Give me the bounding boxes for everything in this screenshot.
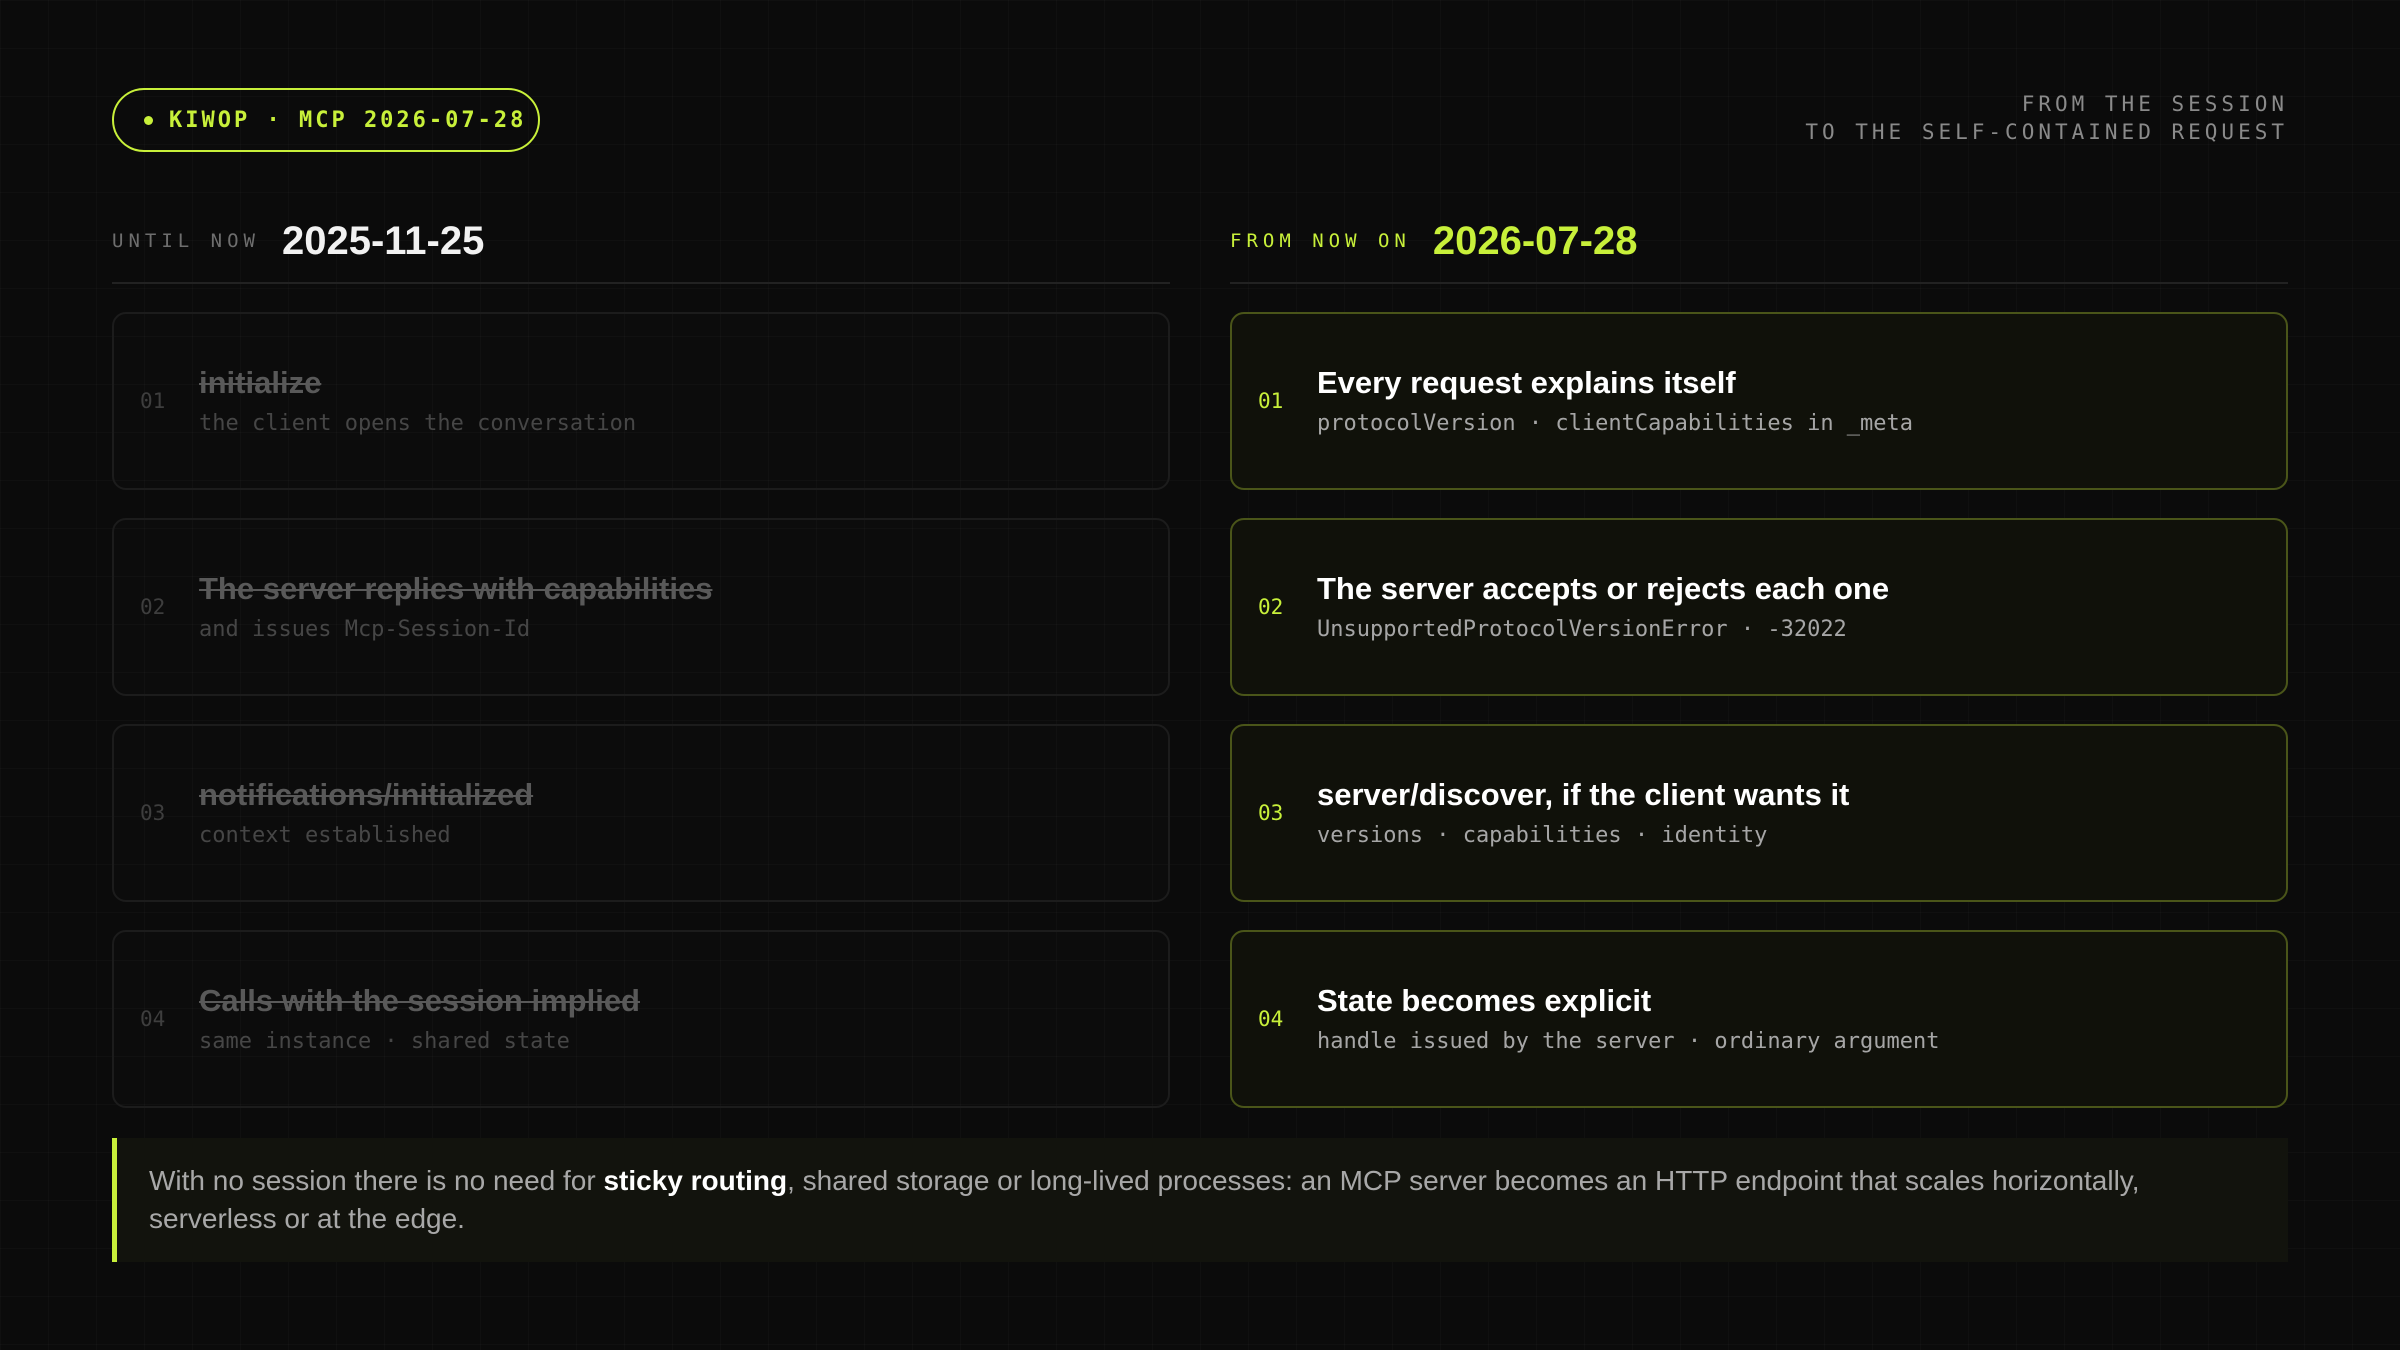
new-step-card: 01 Every request explains itself protoco… [1230, 312, 2288, 490]
step-title: State becomes explicit [1317, 983, 1652, 1018]
new-step-card: 02 The server accepts or rejects each on… [1230, 518, 2288, 696]
step-detail: context established [199, 823, 451, 848]
step-title: notifications/initialized [199, 777, 534, 812]
step-title: Calls with the session implied [199, 983, 640, 1018]
from-now-on-kicker: FROM NOW ON [1230, 230, 1411, 252]
step-title: server/discover, if the client wants it [1317, 777, 1850, 812]
summary-callout: With no session there is no need for sti… [112, 1138, 2288, 1262]
old-step-card: 02 The server replies with capabilities … [112, 518, 1170, 696]
until-now-kicker: UNTIL NOW [112, 230, 260, 252]
subtitle-line-2: TO THE SELF-CONTAINED REQUEST [1805, 120, 2288, 144]
step-number: 03 [1258, 801, 1284, 825]
step-detail: handle issued by the server · ordinary a… [1317, 1029, 1940, 1054]
step-number: 01 [1258, 389, 1284, 413]
step-detail: same instance · shared state [199, 1029, 570, 1054]
new-step-card: 03 server/discover, if the client wants … [1230, 724, 2288, 902]
old-step-card: 04 Calls with the session implied same i… [112, 930, 1170, 1108]
step-number: 03 [140, 801, 166, 825]
subtitle-line-1: FROM THE SESSION [2021, 92, 2288, 116]
step-detail: versions · capabilities · identity [1317, 823, 1768, 848]
version-tag-label: KIWOP · MCP 2026-07-28 [169, 107, 527, 133]
step-title: The server accepts or rejects each one [1317, 571, 1890, 606]
step-detail: protocolVersion · clientCapabilities in … [1317, 411, 1914, 436]
step-number: 01 [140, 389, 166, 413]
step-number: 04 [1258, 1007, 1284, 1031]
version-tag: KIWOP · MCP 2026-07-28 [112, 88, 540, 152]
until-now-column: UNTIL NOW 2025-11-25 01 initialize the c… [112, 200, 1170, 1108]
from-now-on-header: FROM NOW ON 2026-07-28 [1230, 200, 2288, 284]
step-number: 02 [1258, 595, 1284, 619]
until-now-date: 2025-11-25 [281, 218, 485, 263]
callout-emphasis: sticky routing [603, 1165, 788, 1196]
step-number: 04 [140, 1007, 166, 1031]
step-detail: UnsupportedProtocolVersionError · -32022 [1317, 617, 1847, 642]
old-step-card: 01 initialize the client opens the conve… [112, 312, 1170, 490]
status-dot-icon [144, 115, 153, 125]
step-title: Every request explains itself [1317, 365, 1736, 400]
old-step-card: 03 notifications/initialized context est… [112, 724, 1170, 902]
slide-subtitle: FROM THE SESSION TO THE SELF-CONTAINED R… [1805, 90, 2288, 146]
step-detail: the client opens the conversation [199, 411, 637, 436]
callout-text-before: With no session there is no need for [149, 1165, 604, 1196]
from-now-on-column: FROM NOW ON 2026-07-28 01 Every request … [1230, 200, 2288, 1108]
step-detail: and issues Mcp-Session-Id [199, 617, 531, 642]
step-title: initialize [199, 365, 322, 400]
step-number: 02 [140, 595, 166, 619]
until-now-header: UNTIL NOW 2025-11-25 [112, 200, 1170, 284]
step-title: The server replies with capabilities [199, 571, 713, 606]
from-now-on-date: 2026-07-28 [1432, 218, 1638, 263]
new-step-card: 04 State becomes explicit handle issued … [1230, 930, 2288, 1108]
